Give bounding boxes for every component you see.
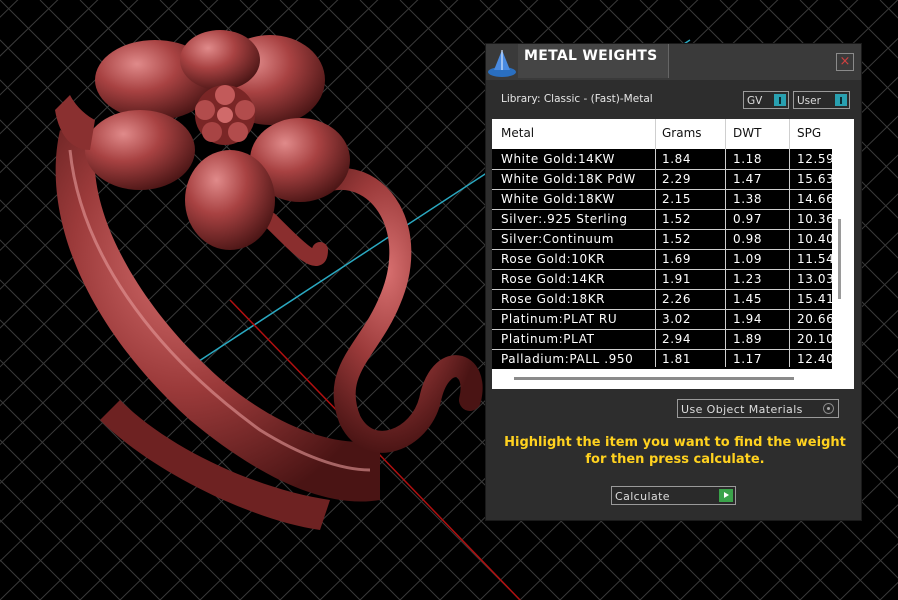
table-row[interactable]: Rose Gold:18KR 2.26 1.45 15.41 (492, 289, 835, 309)
table-row[interactable]: Rose Gold:14KR 1.91 1.23 13.03 (492, 269, 835, 289)
metal-weights-panel: METAL WEIGHTS × Library: Classic - (Fast… (486, 44, 861, 520)
use-object-materials-option[interactable]: Use Object Materials (677, 399, 839, 418)
cell-metal: White Gold:18KW (501, 192, 615, 206)
cell-dwt: 1.38 (733, 192, 763, 206)
column-header-grams[interactable]: Grams (662, 126, 702, 140)
column-header-metal[interactable]: Metal (501, 126, 534, 140)
panel-title: METAL WEIGHTS (524, 48, 658, 64)
panel-titlebar[interactable]: METAL WEIGHTS × (486, 44, 861, 80)
cell-spg: 12.59 (797, 152, 835, 166)
table-row[interactable]: Palladium:PALL .950 1.81 1.17 12.40 (492, 349, 835, 369)
cell-metal: White Gold:14KW (501, 152, 615, 166)
cell-spg: 15.41 (797, 292, 835, 306)
metal-table[interactable]: Metal Grams DWT SPG White Gold:14KW 1.84 1… (492, 119, 854, 389)
column-header-spg[interactable]: SPG (797, 126, 821, 140)
cell-grams: 2.94 (662, 332, 692, 346)
library-label: Library: Classic - (Fast)-Metal (501, 93, 653, 105)
cell-dwt: 1.18 (733, 152, 763, 166)
cell-metal: Rose Gold:14KR (501, 272, 606, 286)
gv-label: GV (747, 95, 763, 107)
cell-dwt: 1.94 (733, 312, 763, 326)
cell-dwt: 0.97 (733, 212, 763, 226)
cell-grams: 2.26 (662, 292, 692, 306)
table-row[interactable]: White Gold:14KW 1.84 1.18 12.59 (492, 149, 835, 169)
cell-spg: 10.36 (797, 212, 835, 226)
cell-metal: Rose Gold:10KR (501, 252, 606, 266)
cell-grams: 1.81 (662, 352, 692, 366)
cell-grams: 3.02 (662, 312, 692, 326)
cell-spg: 20.10 (797, 332, 835, 346)
calculate-button[interactable]: Calculate (611, 486, 736, 505)
instruction-text: Highlight the item you want to find the … (504, 435, 846, 467)
balance-scale-icon (486, 46, 518, 78)
cell-spg: 13.03 (797, 272, 835, 286)
use-object-materials-label: Use Object Materials (681, 403, 803, 416)
toggle-switch-icon (774, 94, 786, 106)
cell-dwt: 1.17 (733, 352, 763, 366)
cell-metal: Rose Gold:18KR (501, 292, 606, 306)
cell-grams: 2.15 (662, 192, 692, 206)
cell-metal: Palladium:PALL .950 (501, 352, 634, 366)
cell-metal: Silver:.925 Sterling (501, 212, 628, 226)
cell-metal: Silver:Continuum (501, 232, 615, 246)
cell-dwt: 0.98 (733, 232, 763, 246)
cell-spg: 12.40 (797, 352, 835, 366)
table-row[interactable]: Silver:.925 Sterling 1.52 0.97 10.36 (492, 209, 835, 229)
user-toggle[interactable]: User (793, 91, 850, 109)
cell-spg: 11.54 (797, 252, 835, 266)
cell-grams: 2.29 (662, 172, 692, 186)
column-header-dwt[interactable]: DWT (733, 126, 761, 140)
cell-metal: Platinum:PLAT RU (501, 312, 618, 326)
table-right-margin (832, 119, 854, 389)
cell-grams: 1.52 (662, 212, 692, 226)
cell-grams: 1.52 (662, 232, 692, 246)
toggle-switch-icon (835, 94, 847, 106)
table-row[interactable]: White Gold:18K PdW 2.29 1.47 15.63 (492, 169, 835, 189)
gv-toggle[interactable]: GV (743, 91, 789, 109)
cell-spg: 20.66 (797, 312, 835, 326)
cell-grams: 1.91 (662, 272, 692, 286)
table-header: Metal Grams DWT SPG (492, 119, 832, 147)
horizontal-scrollbar[interactable] (514, 377, 794, 380)
cell-grams: 1.84 (662, 152, 692, 166)
radio-icon[interactable] (823, 403, 834, 414)
close-icon[interactable]: × (836, 53, 854, 71)
cell-dwt: 1.89 (733, 332, 763, 346)
cell-dwt: 1.47 (733, 172, 763, 186)
cell-grams: 1.69 (662, 252, 692, 266)
cell-spg: 10.40 (797, 232, 835, 246)
cell-dwt: 1.45 (733, 292, 763, 306)
table-row[interactable]: Platinum:PLAT RU 3.02 1.94 20.66 (492, 309, 835, 329)
user-label: User (797, 95, 821, 107)
cell-dwt: 1.23 (733, 272, 763, 286)
table-row[interactable]: Rose Gold:10KR 1.69 1.09 11.54 (492, 249, 835, 269)
cell-spg: 14.66 (797, 192, 835, 206)
calculate-label: Calculate (615, 490, 670, 503)
table-row[interactable]: White Gold:18KW 2.15 1.38 14.66 (492, 189, 835, 209)
table-row[interactable]: Platinum:PLAT 2.94 1.89 20.10 (492, 329, 835, 349)
table-row[interactable]: Silver:Continuum 1.52 0.98 10.40 (492, 229, 835, 249)
cell-metal: Platinum:PLAT (501, 332, 595, 346)
vertical-scrollbar[interactable] (838, 219, 841, 299)
cell-dwt: 1.09 (733, 252, 763, 266)
cell-spg: 15.63 (797, 172, 835, 186)
table-body: White Gold:14KW 1.84 1.18 12.59 White Gold:1… (492, 149, 835, 369)
cell-metal: White Gold:18K PdW (501, 172, 636, 186)
play-arrow-icon (719, 489, 733, 502)
